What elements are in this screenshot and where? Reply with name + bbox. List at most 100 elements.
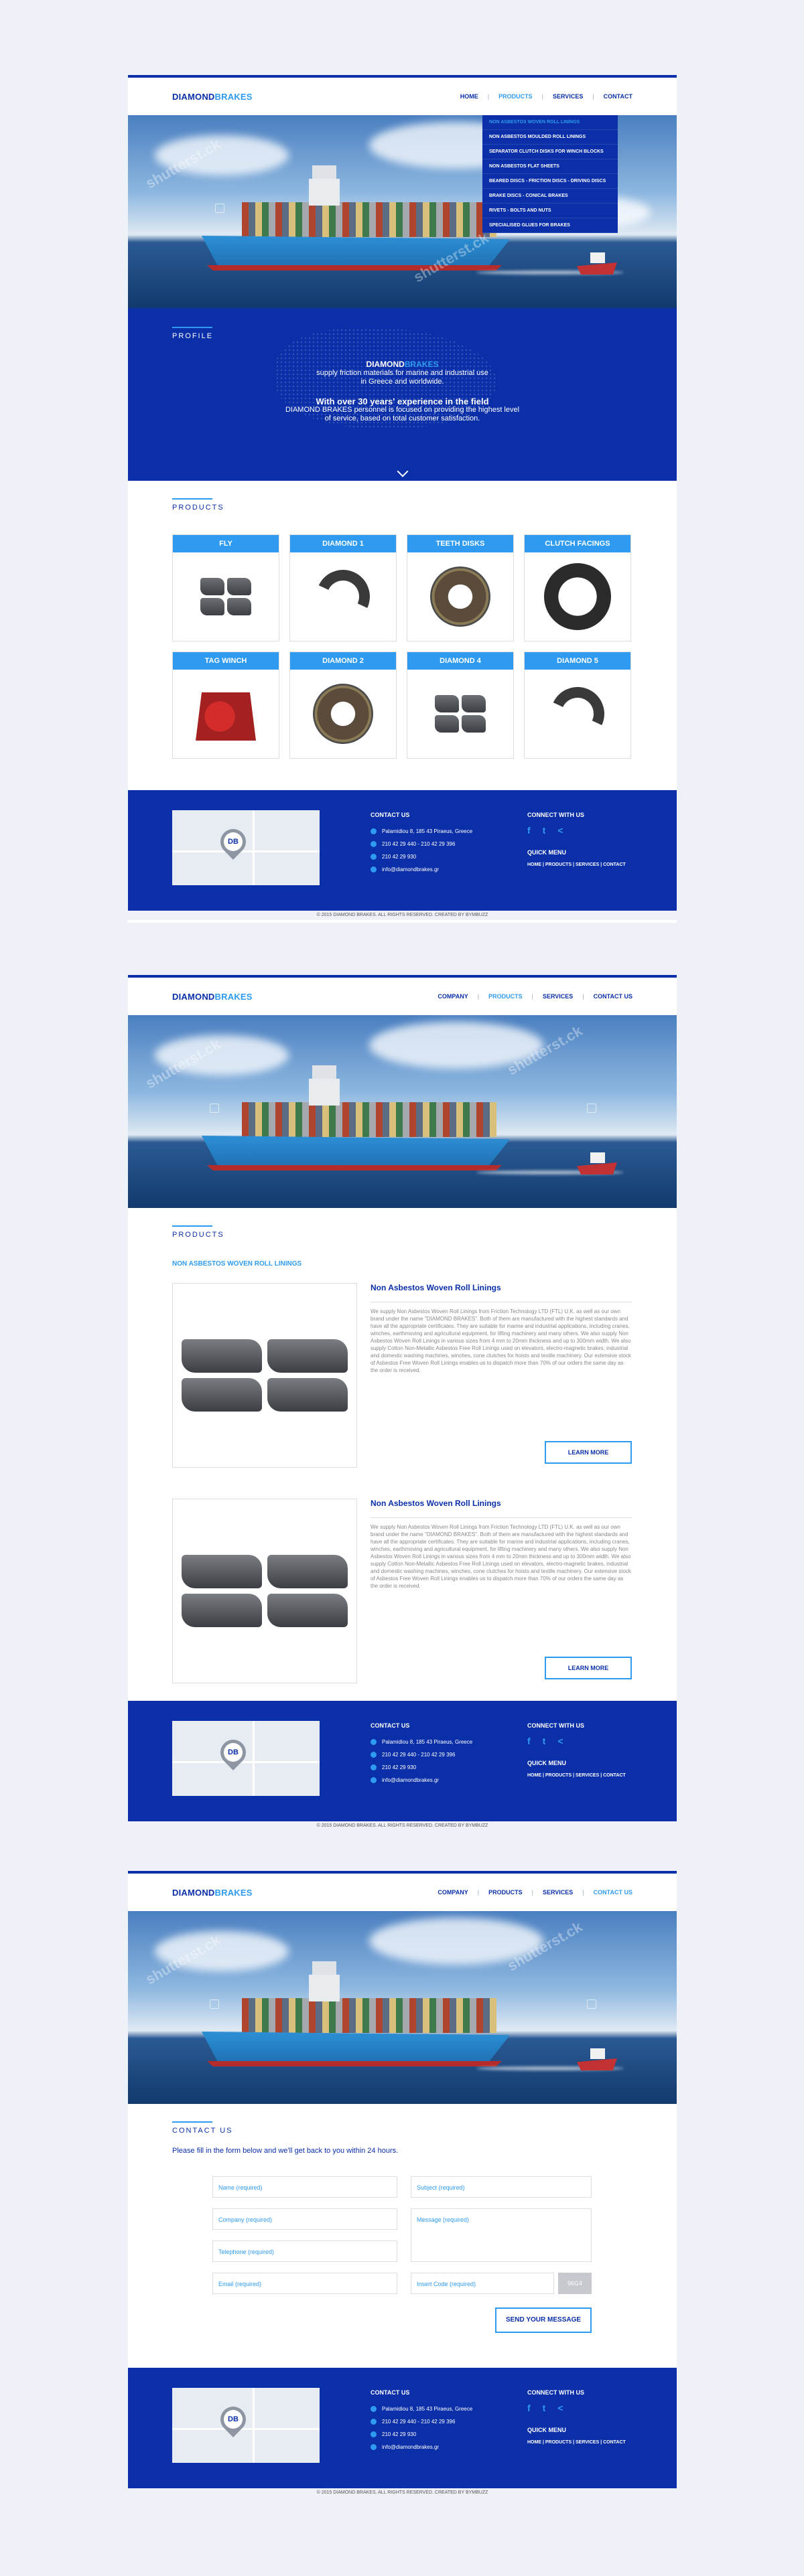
- footer: DB CONTACT US Palamidiou 8, 185 43 Pirae…: [128, 2368, 677, 2488]
- profile-title: PROFILE: [172, 327, 214, 340]
- nav-services[interactable]: SERVICES: [543, 993, 573, 1000]
- location-icon: [371, 1739, 377, 1745]
- logo[interactable]: DIAMONDBRAKES: [172, 1888, 253, 1898]
- footer-connect: CONNECT WITH US f t < QUICK MENU HOME | PR…: [527, 812, 626, 867]
- products-page: DIAMONDBRAKES COMPANY | PRODUCTS | SERVI…: [128, 975, 677, 1827]
- email-icon: [371, 866, 377, 873]
- location-icon: [371, 2406, 377, 2412]
- quick-menu[interactable]: HOME | PRODUCTS | SERVICES | CONTACT: [527, 862, 626, 867]
- phone-icon: [371, 1752, 377, 1758]
- hero-image: shutterst.ck shutterst.ck NON ASBESTOS W…: [128, 115, 677, 308]
- location-map[interactable]: DB: [172, 2388, 320, 2463]
- dropdown-item[interactable]: SPECIALISED GLUES FOR BRAKES: [482, 218, 618, 233]
- nav-home[interactable]: HOME: [460, 93, 478, 100]
- quick-menu[interactable]: HOME | PRODUCTS | SERVICES | CONTACT: [527, 2440, 626, 2445]
- main-nav: COMPANY | PRODUCTS | SERVICES | CONTACT …: [438, 1889, 632, 1896]
- nav-contact[interactable]: CONTACT: [604, 93, 632, 100]
- product-card-diamond-5[interactable]: DIAMOND 5: [524, 652, 631, 759]
- product-card-teeth-disks[interactable]: TEETH DISKS: [407, 534, 514, 641]
- logo[interactable]: DIAMONDBRAKES: [172, 992, 253, 1002]
- watermark-icon: [587, 1104, 596, 1113]
- share-icon[interactable]: <: [557, 825, 563, 836]
- nav-contact-us[interactable]: CONTACT US: [594, 993, 632, 1000]
- facebook-icon[interactable]: f: [527, 2403, 531, 2413]
- nav-separator: |: [541, 93, 543, 100]
- product-item: Non Asbestos Woven Roll Linings We suppl…: [172, 1283, 632, 1470]
- share-icon[interactable]: <: [557, 2403, 563, 2413]
- dropdown-item[interactable]: BRAKE DISCS - CONICAL BRAKES: [482, 189, 618, 204]
- send-message-button[interactable]: SEND YOUR MESSAGE: [495, 2307, 592, 2333]
- twitter-icon[interactable]: t: [543, 1736, 546, 1746]
- header: DIAMONDBRAKES HOME | PRODUCTS | SERVICES…: [128, 78, 677, 115]
- map-pin-icon: DB: [215, 824, 251, 860]
- chevron-down-icon[interactable]: [397, 465, 408, 477]
- location-icon: [371, 828, 377, 834]
- captcha-input[interactable]: Insert Code (required): [411, 2273, 554, 2294]
- twitter-icon[interactable]: t: [543, 2403, 546, 2413]
- product-card-tag-winch[interactable]: TAG WINCH: [172, 652, 279, 759]
- dropdown-item[interactable]: NON ASBESTOS FLAT SHEETS: [482, 159, 618, 174]
- email-link[interactable]: info@diamondbrakes.gr: [382, 1777, 439, 1783]
- footer: DB CONTACT US Palamidiou 8, 185 43 Pirae…: [128, 1701, 677, 1821]
- nav-company[interactable]: COMPANY: [438, 1889, 468, 1896]
- phone-icon: [371, 2419, 377, 2425]
- nav-services[interactable]: SERVICES: [553, 93, 583, 100]
- product-card-diamond-4[interactable]: DIAMOND 4: [407, 652, 514, 759]
- hero-image: shutterst.ck shutterst.ck: [128, 1015, 677, 1208]
- nav-company[interactable]: COMPANY: [438, 993, 468, 1000]
- learn-more-button[interactable]: LEARN MORE: [545, 1657, 632, 1679]
- copyright: © 2015 DIAMOND BRAKES. ALL RIGHTS RESERV…: [128, 2488, 677, 2498]
- product-item: Non Asbestos Woven Roll Linings We suppl…: [172, 1499, 632, 1686]
- dropdown-item[interactable]: BEARED DISCS - FRICTION DISCS - DRIVING …: [482, 174, 618, 189]
- products-title: PRODUCTS: [172, 498, 224, 512]
- email-link[interactable]: info@diamondbrakes.gr: [382, 2444, 439, 2450]
- nav-contact-us[interactable]: CONTACT US: [594, 1889, 632, 1896]
- map-pin-icon: DB: [215, 1734, 251, 1770]
- hero-image: shutterst.ck shutterst.ck: [128, 1911, 677, 2104]
- email-link[interactable]: info@diamondbrakes.gr: [382, 866, 439, 873]
- product-card-diamond-1[interactable]: DIAMOND 1: [289, 534, 397, 641]
- company-field[interactable]: Company (required): [212, 2208, 397, 2230]
- footer-connect: CONNECT WITH US f t < QUICK MENU HOME | PR…: [527, 2389, 626, 2445]
- nav-services[interactable]: SERVICES: [543, 1889, 573, 1896]
- watermark-icon: [587, 1999, 596, 2009]
- fax-icon: [371, 1764, 377, 1770]
- product-card-fly[interactable]: FLY: [172, 534, 279, 641]
- profile-section: PROFILE DIAMONDBRAKES supply friction ma…: [128, 308, 677, 481]
- profile-text: DIAMONDBRAKES supply friction materials …: [285, 360, 520, 423]
- dropdown-item[interactable]: SEPARATOR CLUTCH DISKS FOR WINCH BLOCKS: [482, 145, 618, 159]
- products-dropdown-menu: NON ASBESTOS WOVEN ROLL LININGS NON ASBE…: [482, 115, 618, 233]
- nav-products[interactable]: PRODUCTS: [488, 993, 523, 1000]
- location-map[interactable]: DB: [172, 810, 320, 885]
- twitter-icon[interactable]: t: [543, 825, 546, 836]
- quick-menu[interactable]: HOME | PRODUCTS | SERVICES | CONTACT: [527, 1773, 626, 1778]
- dropdown-item[interactable]: NON ASBESTOS WOVEN ROLL LININGS: [482, 115, 618, 130]
- header: DIAMONDBRAKES COMPANY | PRODUCTS | SERVI…: [128, 1874, 677, 1911]
- products-grid: FLY DIAMOND 1 TEETH DISKS CLUTCH FACINGS…: [172, 534, 632, 759]
- dropdown-item[interactable]: RIVETS - BOLTS AND NUTS: [482, 204, 618, 218]
- logo[interactable]: DIAMONDBRAKES: [172, 92, 253, 102]
- product-card-clutch-facings[interactable]: CLUTCH FACINGS: [524, 534, 631, 641]
- footer-connect: CONNECT WITH US f t < QUICK MENU HOME | PR…: [527, 1722, 626, 1778]
- contact-page: DIAMONDBRAKES COMPANY | PRODUCTS | SERVI…: [128, 1871, 677, 2498]
- telephone-field[interactable]: Telephone (required): [212, 2241, 397, 2262]
- dropdown-item[interactable]: NON ASBESTOS MOULDED ROLL LININGS: [482, 130, 618, 145]
- watermark-icon: [210, 1999, 219, 2009]
- facebook-icon[interactable]: f: [527, 825, 531, 836]
- message-field[interactable]: Message (required): [411, 2208, 592, 2262]
- email-field[interactable]: Email (required): [212, 2273, 397, 2294]
- name-field[interactable]: Name (required): [212, 2176, 397, 2198]
- copyright: © 2015 DIAMOND BRAKES. ALL RIGHTS RESERV…: [128, 911, 677, 920]
- subject-field[interactable]: Subject (required): [411, 2176, 592, 2198]
- nav-products[interactable]: PRODUCTS: [488, 1889, 523, 1896]
- email-icon: [371, 1777, 377, 1783]
- share-icon[interactable]: <: [557, 1736, 563, 1746]
- location-map[interactable]: DB: [172, 1721, 320, 1796]
- learn-more-button[interactable]: LEARN MORE: [545, 1441, 632, 1464]
- facebook-icon[interactable]: f: [527, 1736, 531, 1746]
- product-image[interactable]: [172, 1283, 357, 1468]
- nav-products[interactable]: PRODUCTS: [498, 93, 533, 100]
- product-image[interactable]: [172, 1499, 357, 1683]
- contact-intro: Please fill in the form below and we'll …: [172, 2147, 399, 2155]
- product-card-diamond-2[interactable]: DIAMOND 2: [289, 652, 397, 759]
